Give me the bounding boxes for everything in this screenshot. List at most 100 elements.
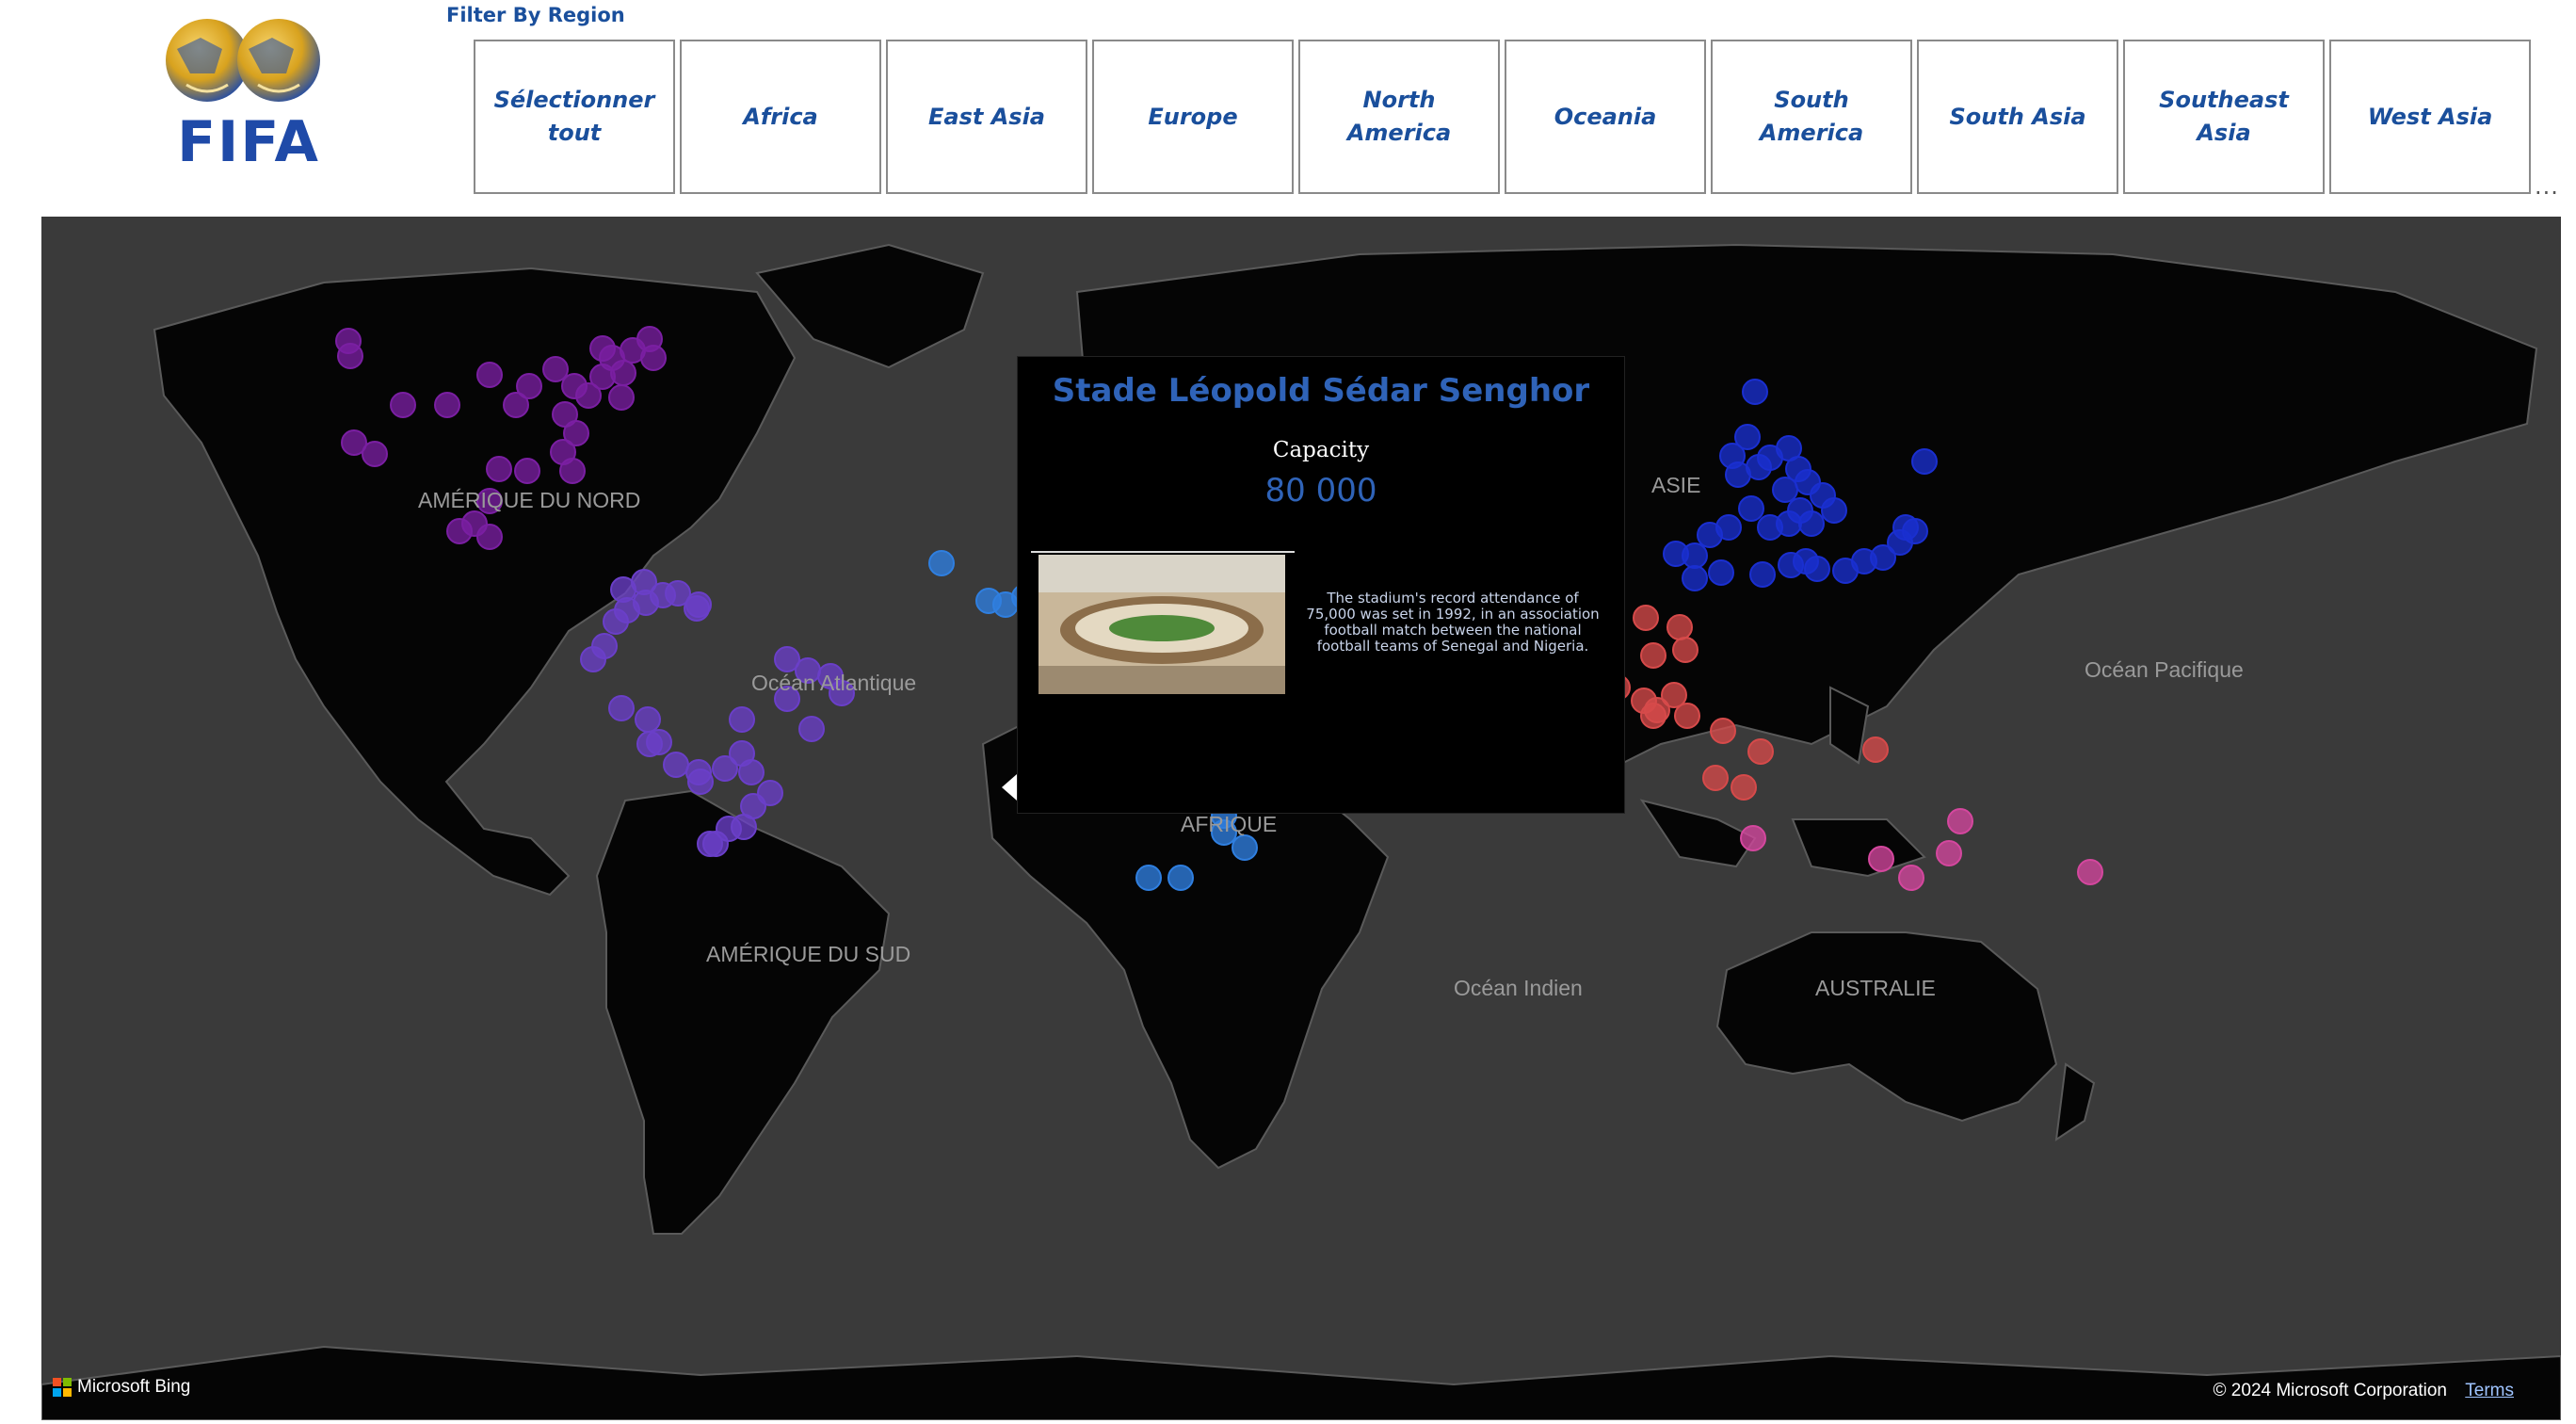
stadium-marker[interactable]: [1787, 497, 1813, 524]
stadium-marker[interactable]: [608, 384, 635, 411]
stadium-marker[interactable]: [635, 706, 661, 733]
slicer-europe[interactable]: Europe: [1092, 40, 1294, 194]
label-indian: Océan Indien: [1454, 976, 1583, 1000]
stadium-marker[interactable]: [1902, 518, 1928, 544]
bing-attribution: Microsoft Bing: [53, 1377, 190, 1398]
stadium-marker[interactable]: [1772, 477, 1798, 503]
bing-label: Microsoft Bing: [77, 1377, 191, 1397]
stadium-marker[interactable]: [1167, 865, 1194, 891]
stadium-marker[interactable]: [640, 345, 667, 371]
stadium-marker[interactable]: [476, 524, 503, 550]
stadium-marker[interactable]: [434, 392, 460, 418]
stadium-marker[interactable]: [1731, 774, 1757, 801]
stadium-marker[interactable]: [1674, 703, 1700, 729]
tooltip-pointer: [1002, 774, 1017, 801]
map-copyright: © 2024 Microsoft Corporation Terms: [2214, 1381, 2514, 1401]
stadium-marker[interactable]: [663, 752, 689, 778]
stadium-marker[interactable]: [928, 550, 955, 576]
stadium-marker[interactable]: [580, 646, 606, 672]
tooltip-stadium-name: Stade Léopold Sédar Senghor: [1052, 372, 1590, 410]
stadium-marker[interactable]: [559, 458, 586, 484]
stadium-marker[interactable]: [729, 706, 755, 733]
stadium-photo: [1038, 555, 1285, 694]
slicer-africa[interactable]: Africa: [680, 40, 881, 194]
stadium-marker[interactable]: [1747, 738, 1774, 765]
stadium-marker[interactable]: [446, 518, 473, 544]
more-options-icon[interactable]: ...: [2535, 173, 2559, 200]
stadium-marker[interactable]: [1702, 765, 1729, 791]
stadium-marker[interactable]: [1742, 379, 1768, 405]
stadium-marker[interactable]: [1749, 561, 1776, 588]
stadium-tooltip: Stade Léopold Sédar Senghor Capacity 80 …: [1017, 356, 1625, 814]
stadium-marker[interactable]: [1740, 825, 1766, 851]
stadium-marker[interactable]: [1663, 541, 1689, 567]
stadium-marker[interactable]: [542, 356, 569, 382]
microsoft-logo-icon: [53, 1378, 72, 1397]
slicer-select-all[interactable]: Sélectionner tout: [474, 40, 675, 194]
tooltip-capacity-value: 80 000: [1264, 472, 1377, 510]
stadium-marker[interactable]: [2077, 859, 2103, 885]
fifa-logo: FIFA: [149, 11, 337, 175]
stadium-marker[interactable]: [738, 759, 765, 785]
stadium-marker[interactable]: [1633, 605, 1659, 631]
stadium-marker[interactable]: [1710, 718, 1736, 744]
label-australia: AUSTRALIE: [1815, 976, 1936, 1000]
stadium-marker[interactable]: [390, 392, 416, 418]
stadium-marker[interactable]: [1640, 642, 1666, 669]
stadium-marker[interactable]: [1757, 514, 1783, 541]
stadium-marker[interactable]: [1640, 703, 1666, 729]
stadium-marker[interactable]: [1947, 808, 1973, 834]
fifa-wordmark: FIFA: [177, 109, 320, 175]
stadium-marker[interactable]: [1135, 865, 1162, 891]
stadium-marker[interactable]: [608, 695, 635, 721]
label-pacific: Océan Pacifique: [2085, 657, 2244, 682]
slicer-east-asia[interactable]: East Asia: [886, 40, 1087, 194]
stadium-marker[interactable]: [1232, 834, 1258, 861]
tooltip-divider: [1031, 551, 1295, 553]
slicer-north-america[interactable]: North America: [1298, 40, 1500, 194]
stadium-marker[interactable]: [1697, 522, 1723, 548]
stadium-marker[interactable]: [1911, 448, 1938, 475]
stadium-marker[interactable]: [697, 831, 723, 857]
slicer-oceania[interactable]: Oceania: [1505, 40, 1706, 194]
stadium-marker[interactable]: [1936, 840, 1962, 866]
stadium-marker[interactable]: [1738, 495, 1764, 522]
label-south-america: AMÉRIQUE DU SUD: [706, 942, 911, 966]
slicer-west-asia[interactable]: West Asia: [2329, 40, 2531, 194]
label-africa: AFRIQUE: [1181, 812, 1278, 836]
stadium-marker[interactable]: [337, 343, 363, 369]
region-slicer: Sélectionner tout Africa East Asia Europ…: [474, 40, 2531, 194]
stadium-marker[interactable]: [486, 456, 512, 482]
filter-title: Filter By Region: [446, 4, 625, 26]
stadium-marker[interactable]: [684, 595, 710, 622]
stadium-marker[interactable]: [516, 373, 542, 399]
stadium-marker[interactable]: [1708, 559, 1734, 586]
stadium-marker[interactable]: [1672, 637, 1699, 663]
stadium-marker[interactable]: [610, 360, 636, 386]
stadium-marker[interactable]: [1898, 865, 1924, 891]
stadium-marker[interactable]: [603, 608, 629, 635]
tooltip-capacity-label: Capacity: [1272, 438, 1370, 462]
stadium-marker[interactable]: [1862, 736, 1889, 763]
slicer-south-america[interactable]: South America: [1711, 40, 1912, 194]
label-atlantic: Océan Atlantique: [751, 671, 917, 695]
terms-link[interactable]: Terms: [2465, 1381, 2514, 1400]
label-north-america: AMÉRIQUE DU NORD: [418, 488, 641, 512]
stadium-marker[interactable]: [1821, 497, 1847, 524]
stadium-marker[interactable]: [1868, 846, 1894, 872]
stadium-marker[interactable]: [798, 716, 825, 742]
stadium-marker[interactable]: [636, 731, 663, 757]
stadium-marker[interactable]: [1666, 614, 1693, 640]
stadium-marker[interactable]: [514, 458, 540, 484]
stadium-marker[interactable]: [476, 362, 503, 388]
stadium-marker[interactable]: [1804, 556, 1830, 582]
tooltip-description: The stadium's record attendance of 75,00…: [1306, 590, 1600, 655]
copyright-text: © 2024 Microsoft Corporation: [2213, 1381, 2447, 1400]
stadium-marker[interactable]: [589, 335, 616, 362]
slicer-southeast-asia[interactable]: Southeast Asia: [2123, 40, 2325, 194]
stadium-marker[interactable]: [1682, 565, 1708, 591]
stadium-marker[interactable]: [362, 441, 388, 467]
label-asia: ASIE: [1651, 473, 1701, 497]
slicer-south-asia[interactable]: South Asia: [1917, 40, 2118, 194]
stadium-marker[interactable]: [687, 769, 714, 795]
